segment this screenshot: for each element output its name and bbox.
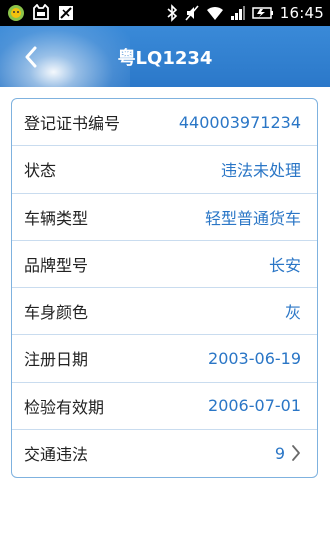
row-registration-date: 注册日期 2003-06-19: [12, 335, 317, 383]
row-value: 440003971234: [178, 112, 301, 132]
row-value: 灰: [284, 303, 301, 323]
status-bar: 16:45: [0, 0, 330, 26]
row-certificate-number: 登记证书编号 440003971234: [12, 99, 317, 147]
row-value: 2003-06-19: [208, 348, 301, 368]
cat-icon: [32, 4, 50, 22]
bluetooth-icon: [166, 4, 178, 22]
status-left-icons: [0, 4, 75, 22]
title-bar: 粤LQ1234: [0, 26, 330, 87]
row-brand-model: 品牌型号 长安: [12, 241, 317, 288]
row-value: 轻型普通货车: [204, 208, 301, 228]
row-value: 违法未处理: [220, 161, 301, 181]
battery-icon: [252, 4, 274, 22]
row-inspection-valid-until: 检验有效期 2006-07-01: [12, 383, 317, 430]
nosim-icon: [57, 4, 75, 22]
row-status: 状态 违法未处理: [12, 146, 317, 194]
row-label: 注册日期: [24, 350, 89, 370]
violation-count: 9: [274, 443, 285, 463]
row-label: 登记证书编号: [24, 114, 121, 134]
status-right-icons: 16:45: [166, 4, 330, 22]
row-vehicle-type: 车辆类型 轻型普通货车: [12, 194, 317, 241]
row-label: 品牌型号: [24, 255, 89, 275]
row-traffic-violations[interactable]: 交通违法 9: [12, 430, 317, 477]
signal-icon: [230, 4, 246, 22]
vehicle-detail-card: 登记证书编号 440003971234 状态 违法未处理 车辆类型 轻型普通货车…: [11, 98, 318, 478]
row-body-color: 车身颜色 灰: [12, 288, 317, 336]
row-label: 交通违法: [24, 445, 89, 465]
mute-icon: [184, 4, 200, 22]
row-label: 检验有效期: [24, 397, 105, 417]
row-label: 车辆类型: [24, 208, 89, 228]
chevron-right-icon: [291, 444, 301, 462]
status-time: 16:45: [279, 4, 324, 22]
row-label: 状态: [24, 161, 57, 181]
wechat-icon: [7, 4, 25, 22]
row-value: 2006-07-01: [208, 396, 301, 416]
row-value: 长安: [268, 255, 301, 275]
row-label: 车身颜色: [24, 303, 89, 323]
wifi-icon: [206, 4, 224, 22]
page-title: 粤LQ1234: [117, 47, 213, 69]
